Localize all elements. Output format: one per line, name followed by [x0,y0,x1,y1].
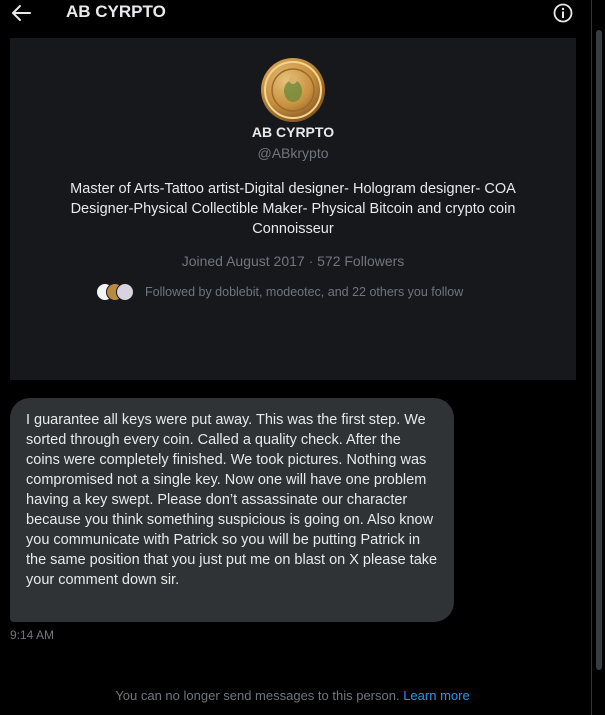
info-button[interactable] [552,2,574,24]
follower-avatar [116,283,134,301]
joined-followers: Joined August 2017 · 572 Followers [181,253,405,269]
messaging-disabled-notice: You can no longer send messages to this … [0,688,585,703]
followed-by[interactable]: Followed by doblebit, modeotec, and 22 o… [96,282,463,302]
learn-more-link[interactable]: Learn more [403,688,469,703]
info-circle-icon [553,3,573,23]
arrow-left-icon [12,5,31,21]
conversation-title: AB CYRPTO [66,2,166,21]
profile-card[interactable]: AB CYRPTO @ABkrypto Master of Arts-Tatto… [10,38,576,380]
conversation-header: AB CYRPTO [0,0,605,26]
coin-avatar-icon [264,61,322,119]
message-timestamp: 9:14 AM [10,628,55,642]
avatar[interactable] [261,58,325,122]
follower-avatars [96,282,136,302]
profile-bio: Master of Arts-Tattoo artist-Digital des… [70,181,516,237]
scrollbar[interactable] [591,0,605,715]
scrollbar-thumb[interactable] [596,30,602,670]
message-text: I guarantee all keys were put away. This… [26,412,438,588]
profile-name: AB CYRPTO [251,124,335,140]
notice-text: You can no longer send messages to this … [115,688,400,703]
profile-handle: @ABkrypto [257,145,329,161]
back-button[interactable] [10,3,32,23]
followed-by-text: Followed by doblebit, modeotec, and 22 o… [145,285,464,299]
message-bubble[interactable]: I guarantee all keys were put away. This… [10,398,454,622]
